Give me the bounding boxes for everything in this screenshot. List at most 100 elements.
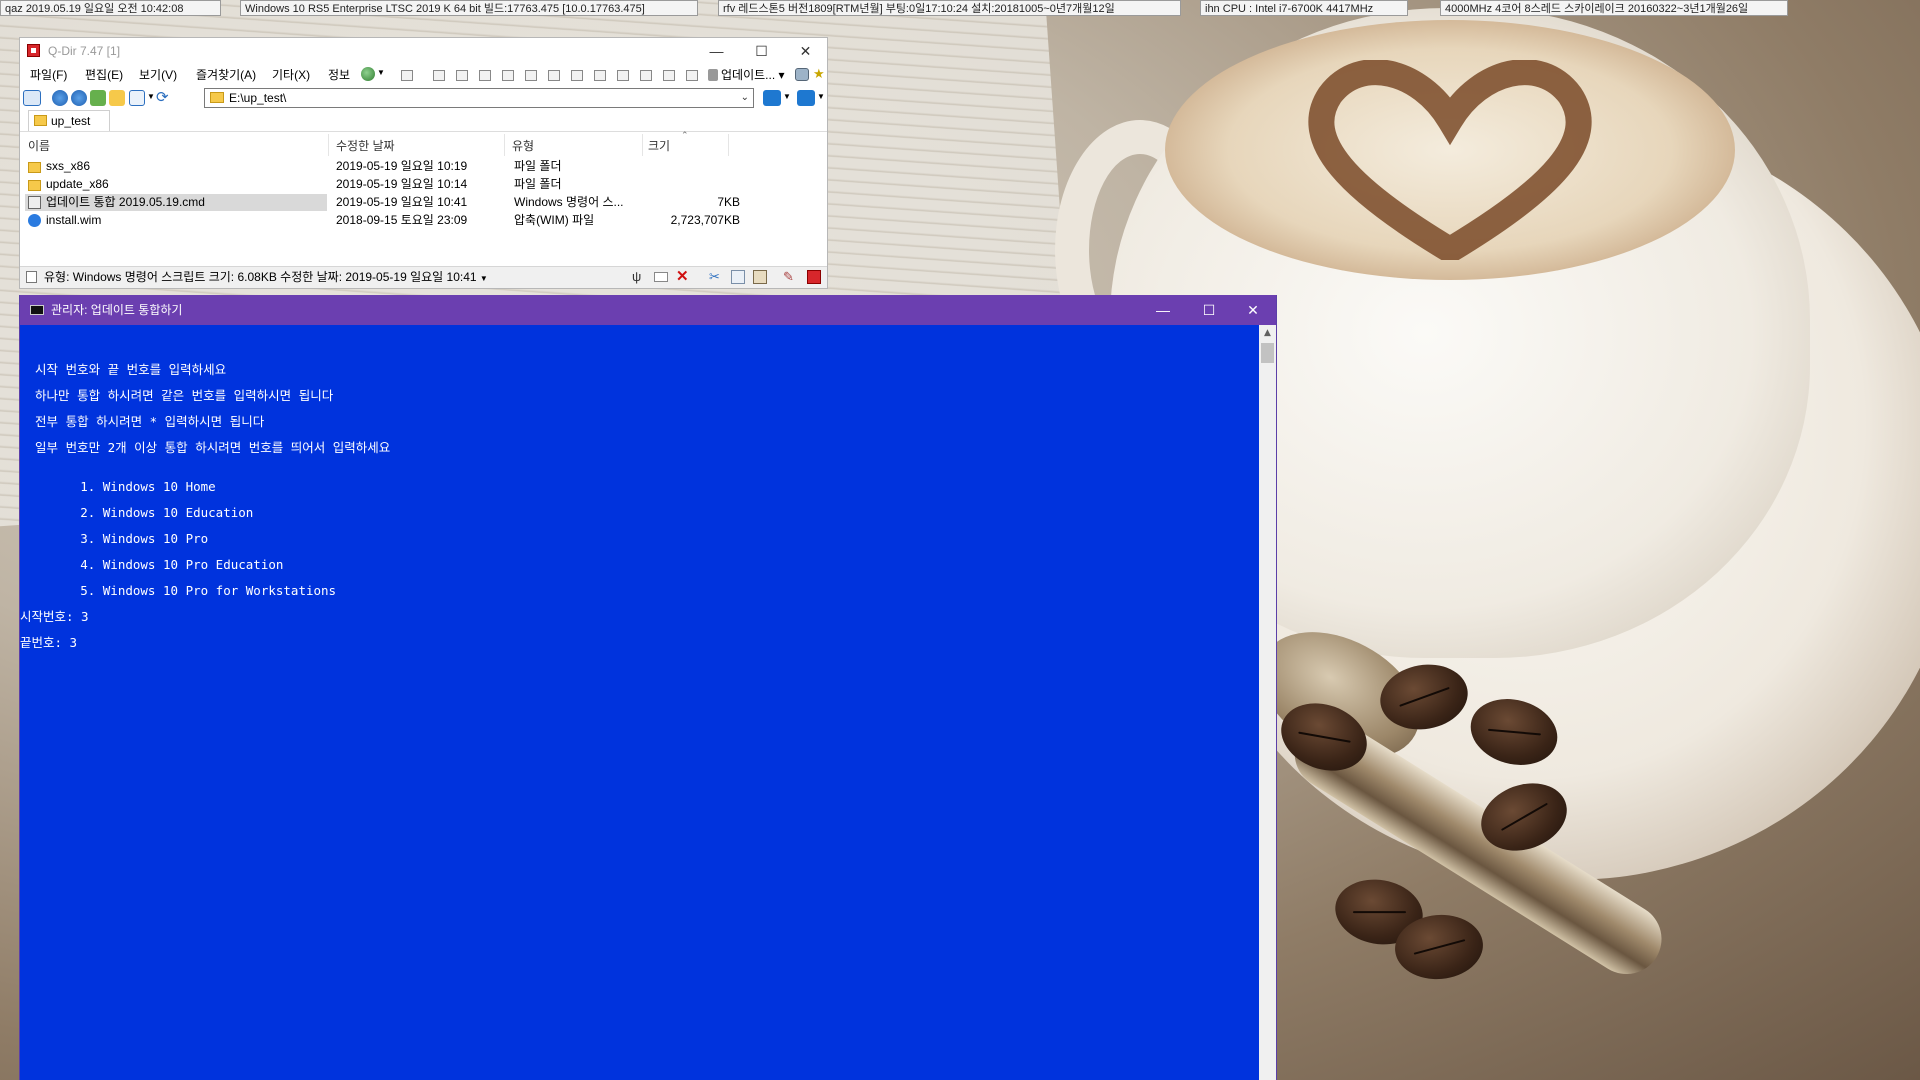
- console-output[interactable]: 시작 번호와 끝 번호를 입력하세요 하나만 통합 하시려면 같은 번호를 입력…: [20, 325, 1259, 1080]
- info-cpu-detail: 4000MHz 4코어 8스레드 스카이레이크 20160322~3년1개월26…: [1440, 0, 1788, 16]
- view-mode-icon[interactable]: [129, 90, 145, 106]
- layout-1-icon[interactable]: [433, 70, 445, 81]
- file-type: 파일 폴더: [514, 159, 562, 173]
- tab-up-test[interactable]: up_test: [28, 110, 110, 131]
- qdir-window[interactable]: Q-Dir 7.47 [1] — ☐ ✕ 파일(F) 편집(E) 보기(V) 즐…: [19, 37, 828, 289]
- layout-2-icon[interactable]: [456, 70, 468, 81]
- minimize-button[interactable]: —: [694, 38, 739, 64]
- forward-icon[interactable]: [71, 90, 87, 106]
- cmd-title: 관리자: 업데이트 통합하기: [51, 303, 183, 317]
- address-path: E:\up_test\: [229, 91, 287, 105]
- console-line: 5. Windows 10 Pro for Workstations: [20, 583, 337, 598]
- copy-icon[interactable]: [731, 270, 745, 284]
- layout-4-icon[interactable]: [502, 70, 514, 81]
- cut-icon[interactable]: ✂: [709, 270, 723, 284]
- paste-icon[interactable]: [753, 270, 767, 284]
- star-icon[interactable]: ★: [813, 67, 826, 80]
- cmd-titlebar[interactable]: 관리자: 업데이트 통합하기 — ☐ ✕: [20, 295, 1276, 325]
- up-folder-icon[interactable]: [90, 90, 106, 106]
- file-list[interactable]: 이름 수정한 날짜 유형 크기 ⌃ sxs_x86 2019-05-19 일요일…: [20, 130, 827, 262]
- printer-icon[interactable]: [795, 68, 809, 81]
- layout-11-icon[interactable]: [663, 70, 675, 81]
- menu-favorites[interactable]: 즐겨찾기(A): [196, 67, 256, 83]
- chevron-down-icon[interactable]: ▼: [147, 92, 155, 101]
- console-line: 시작 번호와 끝 번호를 입력하세요: [20, 362, 227, 377]
- console-line: 시작번호: 3: [20, 609, 89, 624]
- chevron-down-icon[interactable]: ▼: [480, 274, 488, 283]
- file-name: install.wim: [46, 213, 102, 227]
- scroll-thumb[interactable]: [1261, 343, 1274, 363]
- system-info-bar: qaz 2019.05.19 일요일 오전 10:42:08 Windows 1…: [0, 0, 1920, 17]
- column-modified[interactable]: 수정한 날짜: [336, 137, 395, 154]
- exit-icon[interactable]: [807, 270, 821, 284]
- layout-8-icon[interactable]: [594, 70, 606, 81]
- file-row[interactable]: sxs_x86 2019-05-19 일요일 10:19 파일 폴더: [25, 158, 805, 175]
- cmd-file-icon: [28, 196, 41, 209]
- qdir-navbar: ▼ ⟳ E:\up_test\ ⌄ ▼ ▼: [20, 86, 827, 110]
- file-row[interactable]: update_x86 2019-05-19 일요일 10:14 파일 폴더: [25, 176, 805, 193]
- delete-icon[interactable]: ✕: [676, 269, 690, 284]
- rename-icon[interactable]: ✎: [783, 270, 797, 284]
- email-icon[interactable]: [654, 272, 668, 282]
- file-name: sxs_x86: [46, 159, 91, 173]
- console-line: 2. Windows 10 Education: [20, 505, 254, 520]
- info-os-version: Windows 10 RS5 Enterprise LTSC 2019 K 64…: [240, 0, 698, 16]
- column-name[interactable]: 이름: [28, 137, 50, 154]
- console-line: 끝번호: 3: [20, 635, 78, 650]
- menu-view[interactable]: 보기(V): [139, 67, 177, 83]
- maximize-button[interactable]: ☐: [1186, 295, 1232, 325]
- layout-icon[interactable]: [401, 70, 413, 81]
- file-date: 2018-09-15 토요일 23:09: [336, 213, 468, 227]
- layout-9-icon[interactable]: [617, 70, 629, 81]
- column-divider[interactable]: [504, 134, 505, 156]
- back-icon[interactable]: [52, 90, 68, 106]
- close-button[interactable]: ✕: [783, 38, 828, 64]
- layout-10-icon[interactable]: [640, 70, 652, 81]
- column-size[interactable]: 크기: [648, 137, 670, 154]
- update-menu[interactable]: 업데이트... ▾: [708, 67, 785, 83]
- menu-edit[interactable]: 편집(E): [85, 67, 123, 83]
- file-row[interactable]: install.wim 2018-09-15 토요일 23:09 압축(WIM)…: [25, 212, 805, 229]
- layout-7-icon[interactable]: [571, 70, 583, 81]
- file-row-selected[interactable]: 업데이트 통합 2019.05.19.cmd 2019-05-19 일요일 10…: [25, 194, 805, 211]
- sort-ascending-icon: ⌃: [681, 130, 689, 140]
- monitor-icon[interactable]: [797, 90, 815, 106]
- minimize-button[interactable]: —: [1140, 295, 1186, 325]
- address-bar[interactable]: E:\up_test\ ⌄: [204, 88, 754, 108]
- globe-icon[interactable]: [361, 67, 375, 81]
- layout-5-icon[interactable]: [525, 70, 537, 81]
- file-size: 2,723,707KB: [670, 213, 740, 227]
- layout-12-icon[interactable]: [686, 70, 698, 81]
- lightning-icon[interactable]: ψ: [632, 270, 646, 284]
- chevron-down-icon[interactable]: ⌄: [741, 89, 749, 107]
- column-divider[interactable]: [728, 134, 729, 156]
- chevron-down-icon[interactable]: ▼: [817, 92, 825, 101]
- qdir-titlebar[interactable]: Q-Dir 7.47 [1] — ☐ ✕: [20, 38, 827, 64]
- cmd-app-icon[interactable]: [30, 305, 44, 315]
- refresh-icon[interactable]: ⟳: [156, 90, 172, 106]
- menu-file[interactable]: 파일(F): [30, 67, 67, 83]
- menu-info[interactable]: 정보: [328, 67, 350, 83]
- column-type[interactable]: 유형: [512, 137, 534, 154]
- new-folder-icon[interactable]: [109, 90, 125, 106]
- chevron-down-icon[interactable]: ▼: [377, 68, 385, 77]
- qdir-tabbar: up_test: [20, 110, 827, 132]
- maximize-button[interactable]: ☐: [739, 38, 784, 64]
- desktop-icon[interactable]: [763, 90, 781, 106]
- console-line: 3. Windows 10 Pro: [20, 531, 209, 546]
- wim-file-icon: [28, 214, 41, 227]
- scroll-up-icon[interactable]: ▲: [1259, 325, 1276, 342]
- console-scrollbar[interactable]: ▲: [1259, 325, 1276, 1080]
- menu-extras[interactable]: 기타(X): [272, 67, 310, 83]
- file-info-icon: [26, 271, 37, 283]
- cmd-window[interactable]: 관리자: 업데이트 통합하기 — ☐ ✕ 시작 번호와 끝 번호를 입력하세요 …: [19, 295, 1277, 1080]
- layout-6-icon[interactable]: [548, 70, 560, 81]
- close-button[interactable]: ✕: [1230, 295, 1276, 325]
- chevron-down-icon[interactable]: ▼: [783, 92, 791, 101]
- panel-icon[interactable]: [23, 90, 41, 106]
- column-divider[interactable]: [328, 134, 329, 156]
- layout-3-icon[interactable]: [479, 70, 491, 81]
- qdir-app-icon[interactable]: [27, 44, 40, 57]
- column-divider[interactable]: [642, 134, 643, 156]
- console-line: 4. Windows 10 Pro Education: [20, 557, 284, 572]
